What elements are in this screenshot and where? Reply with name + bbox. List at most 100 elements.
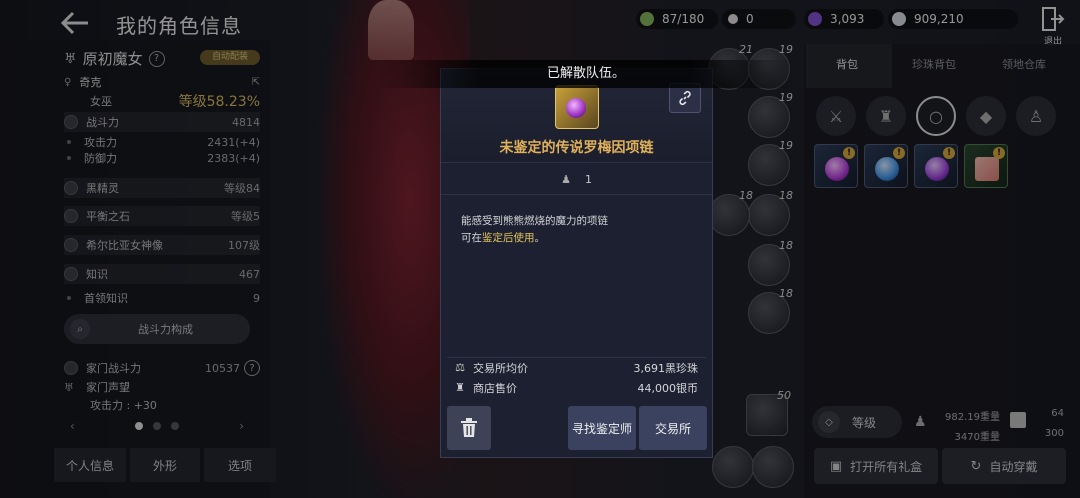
- shop-price-label: 商店售价: [473, 382, 517, 395]
- bunny-ears: [368, 0, 414, 60]
- family-cp-value: 10537 ?: [205, 360, 260, 376]
- black-spirit-row[interactable]: 黑精灵 等级84: [64, 178, 260, 198]
- equip-slot[interactable]: 18: [748, 189, 793, 236]
- tab-bag[interactable]: 背包: [836, 56, 858, 72]
- exit-button[interactable]: 退出: [1038, 6, 1068, 47]
- pager-dot[interactable]: [135, 422, 143, 430]
- black-spirit-value: 等级84: [224, 182, 260, 195]
- weight-max: 3470重量: [954, 432, 1000, 443]
- back-arrow-icon[interactable]: [58, 8, 94, 38]
- character-name-row: ♀ 奇克 ⇱: [64, 72, 260, 92]
- family-cp-icon: [64, 361, 78, 375]
- weight-current: 982.19重量: [945, 412, 1000, 423]
- tab-options[interactable]: 选项: [204, 448, 276, 482]
- knowledge-row[interactable]: 知识 467: [64, 264, 260, 284]
- family-help-icon[interactable]: ?: [244, 360, 260, 376]
- tab-storage[interactable]: 领地仓库: [1002, 56, 1046, 72]
- class-emblem-icon: ♅: [64, 50, 77, 67]
- pager-dot[interactable]: [153, 422, 161, 430]
- open-all-gifts-label: 打开所有礼盒: [850, 459, 923, 474]
- tab-pearl-bag[interactable]: 珍珠背包: [912, 56, 956, 72]
- combat-power-row[interactable]: 战斗力 4814: [64, 112, 260, 132]
- auto-equip-button[interactable]: ↻ 自动穿戴: [942, 448, 1066, 484]
- defense-row: 防御力 2383(+4): [64, 150, 260, 166]
- description-highlight: 鉴定后使用: [482, 232, 535, 244]
- crossed-swords-icon[interactable]: ⚔: [816, 96, 856, 136]
- fame-emblem-icon: ♅: [64, 380, 74, 394]
- tab-personal-info[interactable]: 个人信息: [54, 448, 126, 482]
- equip-slot[interactable]: 18: [748, 287, 793, 334]
- search-icon: ⌕: [70, 319, 90, 339]
- description-suffix: 。: [534, 232, 546, 244]
- combat-power-label: 战斗力: [86, 116, 119, 129]
- slot-enhance-level: 18: [779, 239, 793, 252]
- silver-coin-icon: [892, 12, 906, 26]
- slot-enhance-level: 19: [779, 139, 793, 152]
- slots-used: 64: [1051, 408, 1064, 419]
- auto-equip-label: 自动穿戴: [989, 459, 1038, 474]
- slot-enhance-level: 19: [779, 43, 793, 56]
- discard-button[interactable]: [447, 406, 491, 450]
- necklace-icon: [825, 157, 849, 181]
- find-appraiser-button[interactable]: 寻找鉴定师: [568, 406, 636, 450]
- share-icon[interactable]: ⇱: [252, 77, 260, 88]
- market-price-value: 3,691黑珍珠: [633, 362, 699, 375]
- link-icon: [679, 90, 691, 106]
- inventory-item-ring-blue[interactable]: !: [864, 144, 908, 188]
- description-prefix: 可在: [461, 232, 482, 244]
- pager-prev-icon[interactable]: ‹: [70, 419, 75, 433]
- goddess-statue-row[interactable]: 希尔比亚女神像 107级: [64, 235, 260, 255]
- family-attack-value: 攻击力 : +30: [90, 399, 157, 412]
- tab-appearance[interactable]: 外形: [130, 448, 200, 482]
- pager-next-icon[interactable]: ›: [239, 419, 244, 433]
- family-cp-row: 家门战斗力 10537 ?: [64, 358, 260, 378]
- attack-value: 2431(+4): [207, 135, 260, 149]
- equip-slot[interactable]: [752, 446, 794, 488]
- balance-stone-row[interactable]: 平衡之石 等级5: [64, 206, 260, 226]
- defense-label: 防御力: [84, 152, 117, 165]
- open-all-gifts-button[interactable]: ▣ 打开所有礼盒: [814, 448, 938, 484]
- equip-slot[interactable]: 50: [746, 389, 791, 436]
- inventory-item-scroll[interactable]: !: [964, 144, 1008, 188]
- page-title: 我的角色信息: [116, 14, 242, 38]
- boss-knowledge-value: 9: [253, 291, 260, 305]
- energy-icon: [640, 12, 654, 26]
- requirement-value: 1: [584, 173, 592, 186]
- gift-box-icon: ▣: [829, 458, 843, 474]
- attack-label: 攻击力: [84, 136, 117, 149]
- shop-price-value: 44,000银币: [637, 382, 699, 395]
- equip-slot[interactable]: 18: [748, 239, 793, 286]
- armor-icon[interactable]: ♜: [866, 96, 906, 136]
- goddess-statue-value: 107级: [228, 239, 260, 252]
- ring-icon[interactable]: ○: [916, 96, 956, 136]
- slot-enhance-level: 18: [739, 189, 753, 202]
- inventory-item-necklace[interactable]: !: [814, 144, 858, 188]
- crystal-icon[interactable]: ◆: [966, 96, 1006, 136]
- potion-icon[interactable]: ♙: [1016, 96, 1056, 136]
- combat-power-breakdown-button[interactable]: ⌕ 战斗力构成: [64, 314, 250, 344]
- unidentified-badge: !: [993, 147, 1005, 159]
- knowledge-icon: [64, 267, 78, 281]
- inventory-item-ring-purple[interactable]: !: [914, 144, 958, 188]
- exchange-button[interactable]: 交易所: [639, 406, 707, 450]
- black-pearl-counter[interactable]: 3,093: [804, 9, 884, 29]
- auto-equip-badge[interactable]: 自动配装: [200, 50, 260, 65]
- boss-knowledge-row: 首领知识 9: [64, 290, 260, 306]
- exit-icon: [1042, 7, 1065, 31]
- balance-stone-value: 等级5: [231, 210, 260, 223]
- family-fame-row: ♅ 家门声望: [64, 379, 260, 395]
- family-fame-label: 家门声望: [86, 381, 130, 394]
- equip-slot[interactable]: [712, 446, 754, 488]
- item-name: 未鉴定的传说罗梅因项链: [499, 140, 654, 156]
- equip-slot[interactable]: 19: [748, 91, 793, 138]
- pager-dot[interactable]: [171, 422, 179, 430]
- equip-slot[interactable]: 19: [748, 139, 793, 186]
- sort-level-button[interactable]: ◇ 等级: [812, 406, 902, 438]
- shop-price-row: ♜ 商店售价 44,000银币: [447, 378, 706, 398]
- description-line-2: 可在鉴定后使用。: [461, 230, 608, 247]
- slot-enhance-level: 18: [779, 287, 793, 300]
- refresh-icon: ↻: [970, 458, 982, 474]
- requirement-row: ♟ 1: [441, 165, 712, 195]
- help-icon[interactable]: ?: [148, 50, 165, 67]
- equip-slot[interactable]: 18: [708, 189, 753, 236]
